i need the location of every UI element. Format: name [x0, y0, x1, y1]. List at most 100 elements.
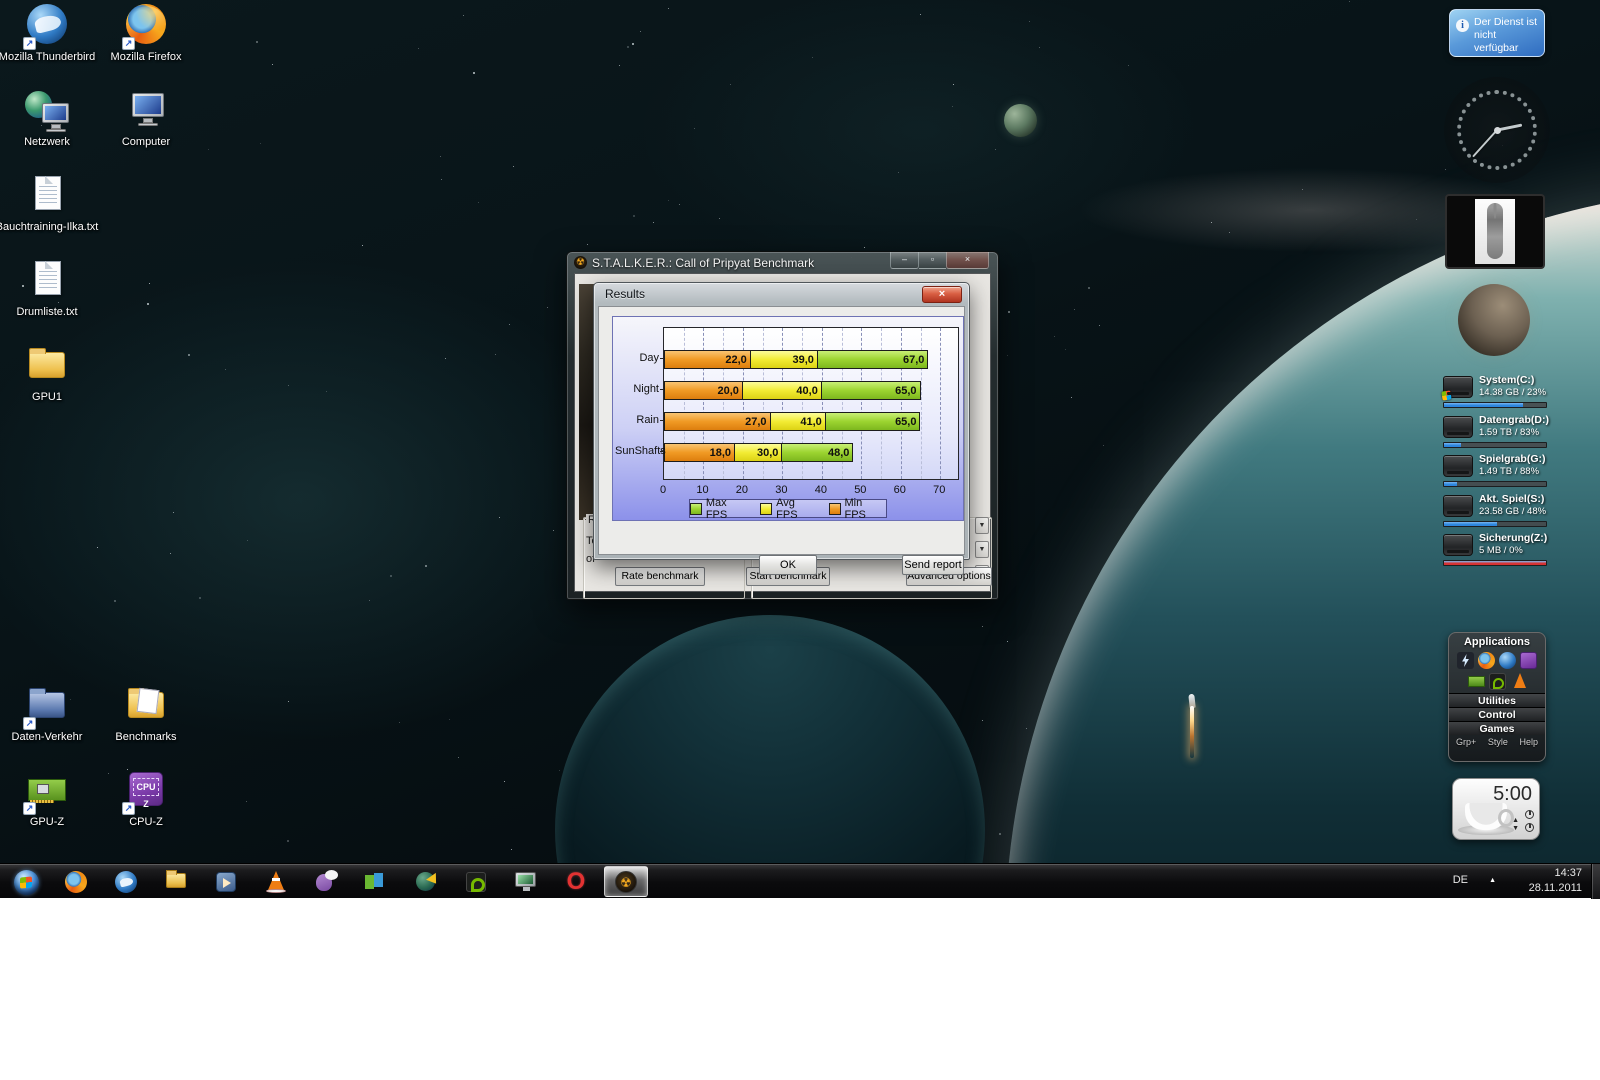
taskbar-item-remote-desktop[interactable] — [504, 866, 548, 897]
desktop-icon-label: Computer — [121, 136, 171, 148]
tea-timer-clock-button[interactable] — [1525, 810, 1534, 819]
taskbar-item-media-player[interactable] — [204, 866, 248, 897]
rate-benchmark-button[interactable]: Rate benchmark — [615, 567, 705, 586]
thunderbird-app-icon[interactable] — [1499, 652, 1516, 669]
firefox-app-icon[interactable] — [1478, 652, 1495, 669]
folder-blue-icon: ↗ — [23, 684, 69, 730]
desktop-icon-bauchtraining-ilka-txt[interactable]: Bauchtraining-Ilka.txt — [0, 174, 102, 234]
folder-open-icon — [124, 684, 168, 728]
taskbar[interactable]: O ☢ DE ▲ 14:37 28.11.2011 — [0, 863, 1600, 899]
bolt-app-icon[interactable] — [1457, 652, 1474, 669]
language-indicator[interactable]: DE — [1453, 874, 1468, 886]
bar-segment: 20,0 — [664, 381, 743, 400]
results-titlebar[interactable]: Results × — [594, 283, 969, 306]
gpuz-app-icon[interactable] — [1468, 676, 1485, 687]
firefox-icon — [62, 868, 90, 896]
bar-value-label: 39,0 — [792, 353, 814, 366]
desktop-icon-gpu-z[interactable]: ↗ GPU-Z — [0, 769, 102, 829]
taskbar-item-stalker-benchmark[interactable]: ☢ — [604, 866, 648, 897]
send-report-button[interactable]: Send report — [902, 555, 964, 575]
desktop-icon-cpu-z[interactable]: CPU Z ↗ CPU-Z — [91, 769, 201, 829]
x-tick-label: 0 — [659, 484, 667, 496]
ok-button[interactable]: OK — [759, 555, 817, 575]
taskbar-item-firefox[interactable] — [54, 866, 98, 897]
desktop-icon-mozilla-firefox[interactable]: ↗ Mozilla Firefox — [91, 4, 201, 64]
folder-icon — [25, 344, 69, 388]
app-group-utilities[interactable]: Utilities — [1449, 693, 1545, 707]
x-tick-label: 60 — [893, 484, 906, 496]
downloader-icon — [412, 868, 440, 896]
drive-gadget-datengrab-d-[interactable]: Datengrab(D:) 1.59 TB / 83% — [1443, 414, 1549, 453]
minimize-button[interactable]: – — [890, 252, 919, 269]
desktop-icon-mozilla-thunderbird[interactable]: ↗ Mozilla Thunderbird — [0, 4, 102, 64]
drive-name: Akt. Spiel(S:) — [1479, 492, 1545, 505]
app-group-games[interactable]: Games — [1449, 721, 1545, 735]
category-tick — [660, 358, 664, 359]
bar-value-label: 18,0 — [709, 446, 732, 459]
taskbar-item-thunderbird[interactable] — [104, 866, 148, 897]
taskbar-item-nvidia-settings[interactable] — [454, 866, 498, 897]
apps-footer-grp[interactable]: Grp+ — [1456, 737, 1476, 747]
category-label: SunShafts — [615, 445, 666, 457]
taskbar-item-vlc[interactable] — [254, 866, 298, 897]
taskbar-item-explorer[interactable] — [154, 866, 198, 897]
applications-gadget[interactable]: Applications Utilities Control Games Grp+ S… — [1448, 632, 1546, 762]
taskbar-item-pidgin[interactable] — [304, 866, 348, 897]
picture-frame-gadget[interactable] — [1445, 194, 1545, 269]
desktop-icon-gpu1[interactable]: GPU1 — [0, 344, 102, 404]
combo-dropdown-button[interactable]: ▼ — [975, 517, 989, 534]
analog-clock-gadget[interactable] — [1444, 77, 1550, 183]
drive-gadget-akt-spiel-s-[interactable]: Akt. Spiel(S:) 23.58 GB / 48% — [1443, 493, 1547, 532]
desktop-icon-daten-verkehr[interactable]: ↗ Daten-Verkehr — [0, 684, 102, 744]
tea-timer-steppers[interactable]: ▲ ▼ — [1512, 817, 1519, 833]
desktop-icon-label: Netzwerk — [24, 136, 70, 148]
show-desktop-button[interactable] — [1591, 864, 1600, 899]
shortcut-arrow-icon: ↗ — [23, 37, 36, 50]
maximize-button[interactable]: ▫ — [919, 252, 946, 269]
x-tick-label: 50 — [854, 484, 867, 496]
screen: ↗ Mozilla Thunderbird ↗ Mozilla Firefox Netz… — [0, 0, 1600, 1080]
tray-time: 14:37 — [1554, 867, 1582, 879]
app-group-control[interactable]: Control — [1449, 707, 1545, 721]
desktop-icon-computer[interactable]: Computer — [91, 89, 201, 149]
cpuz-app-icon[interactable] — [1520, 652, 1537, 669]
taskbar-item-opera[interactable]: O — [554, 866, 598, 897]
shortcut-arrow-icon: ↗ — [122, 802, 135, 815]
desktop-icon-benchmarks[interactable]: Benchmarks — [91, 684, 201, 744]
hdd-icon — [1443, 494, 1473, 517]
drive-gadget-sicherung-z-[interactable]: Sicherung(Z:) 5 MB / 0% — [1443, 532, 1547, 571]
desktop-icon-drumliste-txt[interactable]: Drumliste.txt — [0, 259, 102, 319]
results-dialog[interactable]: Results × 22,0 39,0 67,0 20,0 40,0 65,0 27,0 41… — [593, 282, 970, 575]
tea-timer-reset-button[interactable] — [1525, 823, 1534, 832]
apps-footer-style[interactable]: Style — [1488, 737, 1508, 747]
vlc-app-icon[interactable] — [1514, 673, 1526, 688]
tray-clock[interactable]: 14:37 28.11.2011 — [1529, 866, 1582, 896]
nvidia-app-icon[interactable] — [1489, 673, 1506, 690]
legend-item: Max FPS — [690, 497, 750, 521]
taskbar-item-messenger[interactable] — [354, 866, 398, 897]
taskbar-item-downloader[interactable] — [404, 866, 448, 897]
desktop[interactable]: ↗ Mozilla Thunderbird ↗ Mozilla Firefox Netz… — [0, 0, 1600, 863]
results-close-button[interactable]: × — [922, 286, 962, 303]
desktop-icon-label: CPU-Z — [129, 816, 163, 828]
drive-usage-bar — [1443, 441, 1547, 448]
service-notification-gadget[interactable]: i Der Dienst ist nicht verfügbar — [1449, 9, 1545, 57]
bar-segment: 40,0 — [742, 381, 822, 400]
apps-footer-help[interactable]: Help — [1519, 737, 1538, 747]
taskbar-item-start[interactable] — [4, 866, 48, 897]
messenger-icon — [362, 868, 390, 896]
bar-segment: 30,0 — [735, 443, 783, 462]
tea-timer-gadget[interactable]: 5:00 ▲ ▼ — [1452, 778, 1540, 840]
pidgin-icon — [312, 868, 340, 896]
category-tick — [660, 451, 664, 452]
desktop-icon-netzwerk[interactable]: Netzwerk — [0, 89, 102, 149]
drive-gadget-spielgrab-g-[interactable]: Spielgrab(G:) 1.49 TB / 88% — [1443, 453, 1547, 492]
tray-expand-icon[interactable]: ▲ — [1489, 877, 1496, 884]
drive-gadget-system-c-[interactable]: System(C:) 14.38 GB / 23% — [1441, 374, 1547, 413]
bar-segment: 22,0 — [664, 350, 751, 369]
drive-name: System(C:) — [1479, 374, 1535, 386]
close-button[interactable]: × — [946, 252, 989, 269]
clock-center — [1493, 126, 1501, 134]
wallpaper-shuttle — [1186, 693, 1198, 764]
combo-dropdown-button[interactable]: ▼ — [975, 541, 989, 558]
